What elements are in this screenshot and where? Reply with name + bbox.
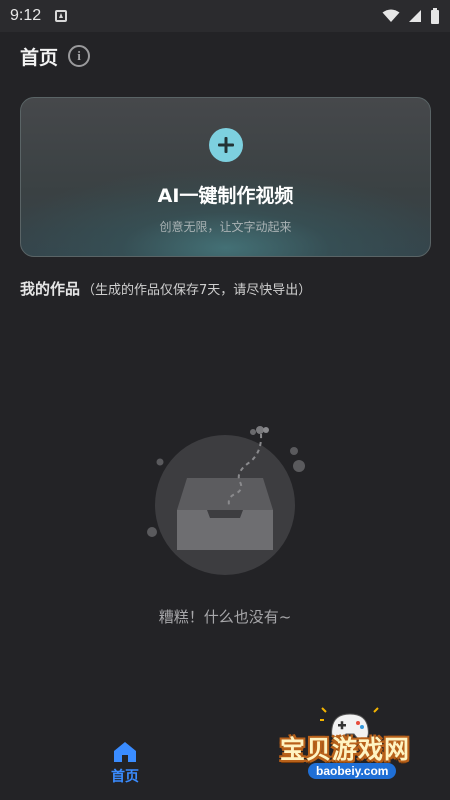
home-icon	[114, 742, 136, 762]
nav-home-tab[interactable]: 首页	[103, 741, 147, 786]
watermark-url: baobeiy.com	[308, 763, 397, 779]
watermark-text: 宝贝游戏网	[280, 735, 411, 764]
create-card-title: AI一键制作视频	[157, 185, 294, 207]
plus-icon[interactable]	[208, 128, 243, 162]
status-icons	[382, 8, 440, 24]
page-title: 首页	[20, 46, 59, 69]
nav-home-label: 首页	[111, 769, 139, 785]
header: 首页 i	[20, 40, 91, 72]
empty-inbox-icon	[147, 426, 305, 575]
status-time: 9:12	[10, 7, 42, 24]
signal-icon	[409, 10, 421, 22]
watermark-logo: 宝贝游戏网 baobeiy.com	[280, 707, 430, 788]
status-bar: 9:12	[0, 0, 450, 32]
works-heading: 我的作品 （生成的作品仅保存7天，请尽快导出）	[20, 278, 311, 299]
battery-icon	[431, 8, 439, 24]
works-title: 我的作品	[20, 280, 81, 298]
empty-state-text: 糟糕！什么也没有~	[158, 608, 292, 626]
create-video-card[interactable]: AI一键制作视频 创意无限，让文字动起来	[20, 97, 431, 257]
works-retention-note: （生成的作品仅保存7天，请尽快导出）	[82, 283, 312, 298]
create-card-subtitle: 创意无限，让文字动起来	[159, 220, 292, 234]
info-icon[interactable]: i	[68, 45, 91, 67]
wifi-icon	[382, 9, 400, 22]
app-notification-icon	[55, 10, 68, 22]
